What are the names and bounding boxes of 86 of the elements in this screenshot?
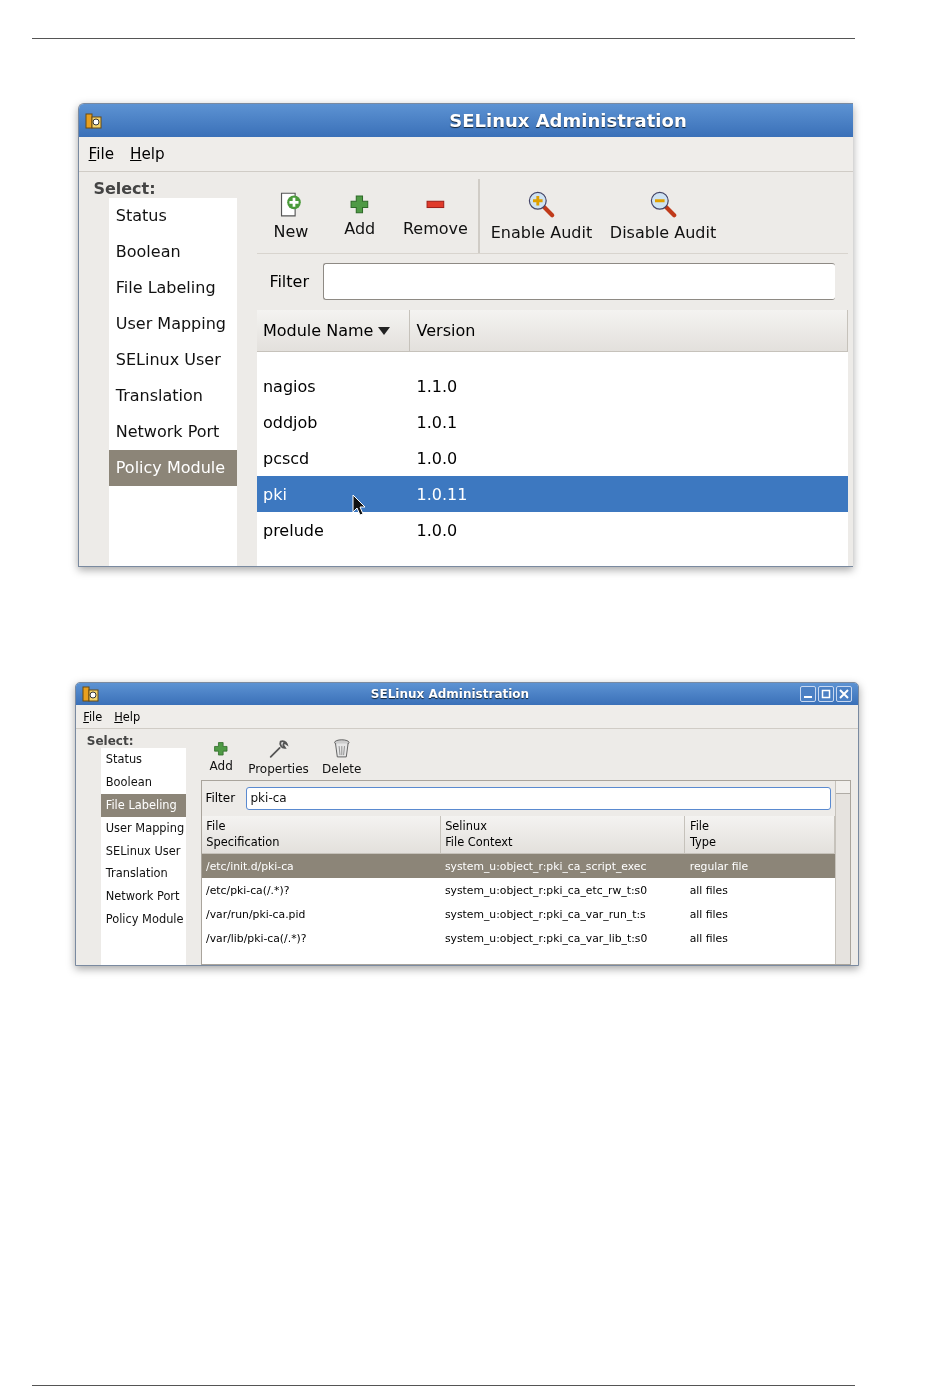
magnifier-plus-icon — [527, 190, 556, 219]
app-icon — [82, 685, 100, 703]
sidebar-item[interactable]: User Mapping — [101, 816, 187, 840]
sidebar-item[interactable]: SELinux User — [109, 342, 238, 379]
sidebar-item[interactable]: User Mapping — [109, 306, 238, 343]
menu-item[interactable]: File — [88, 145, 115, 163]
sidebar-item[interactable]: Status — [101, 748, 187, 772]
table-cell-text: all files — [688, 907, 729, 921]
table-cell-text: all files — [688, 931, 729, 945]
table-cell-text: /var/run/pki-ca.pid — [205, 907, 307, 921]
sidebar-item[interactable]: Translation — [101, 862, 187, 886]
toolbar-button[interactable]: Enable Audit — [481, 179, 602, 253]
toolbar-button[interactable]: Disable Audit — [601, 179, 726, 253]
table-cell-text: 1.0.1 — [415, 412, 459, 432]
table-cell-text: nagios — [261, 376, 317, 396]
table-cell-text: /etc/pki-ca(/.*)? — [205, 883, 291, 897]
sidebar-item[interactable]: Status — [109, 198, 238, 235]
window-title: SELinux Administration — [369, 687, 531, 701]
filter-label: Filter — [205, 791, 236, 806]
sidebar-item[interactable]: Policy Module — [101, 907, 187, 931]
maximize-button[interactable] — [818, 686, 834, 702]
minimize-button[interactable] — [800, 686, 816, 702]
table-row[interactable]: prelude 1.0.0 — [256, 512, 849, 549]
table-cell-text: pcscd — [261, 448, 311, 468]
wrench-icon — [267, 737, 290, 760]
table-cell-text: pki — [261, 484, 288, 504]
filter-field[interactable] — [323, 263, 836, 301]
table-row[interactable]: /etc/init.d/pki-ca system_u:object_r:pki_ca_script_exec regular file — [201, 854, 835, 879]
table-row[interactable]: /var/run/pki-ca.pid system_u:object_r:pki_ca_var_run_t:s all files — [201, 902, 835, 927]
filter-field[interactable]: pki-ca — [245, 787, 832, 810]
table-cell-text: /var/lib/pki-ca(/.*)? — [205, 931, 308, 945]
table-cell-text: 1.0.0 — [415, 520, 459, 540]
table-row[interactable]: pcscd 1.0.0 — [256, 440, 849, 477]
minimize-icon — [804, 696, 812, 698]
table-cell-text: system_u:object_r:pki_ca_script_exec — [443, 859, 648, 873]
sidebar-item[interactable]: Network Port — [101, 885, 187, 908]
table-row[interactable]: /var/lib/pki-ca(/.*)? system_u:object_r:pki_ca_var_lib_t:s0 all files — [201, 926, 835, 951]
menu-item[interactable]: Help — [130, 145, 165, 163]
table-cell-text: /etc/init.d/pki-ca — [205, 859, 295, 873]
close-button[interactable] — [836, 686, 852, 702]
close-icon — [839, 689, 849, 699]
table-cell-text: 1.1.0 — [415, 376, 459, 396]
table-cell-text: oddjob — [261, 412, 319, 432]
sidebar-item[interactable]: Translation — [109, 378, 238, 415]
sidebar-item[interactable]: Boolean — [101, 771, 187, 794]
menu-item[interactable]: File — [83, 709, 103, 724]
column-header[interactable]: File Type — [685, 815, 835, 854]
column-header[interactable]: Selinux File Context — [440, 815, 686, 854]
table-cell-text: system_u:object_r:pki_ca_var_lib_t:s0 — [443, 931, 649, 945]
magnifier-minus-icon — [648, 190, 678, 219]
table-row[interactable]: /etc/pki-ca(/.*)? system_u:object_r:pki_ca_etc_rw_t:s0 all files — [201, 878, 835, 903]
sidebar-item[interactable]: File Labeling — [101, 794, 187, 817]
sidebar-item[interactable]: Network Port — [109, 414, 238, 451]
table-cell-text: system_u:object_r:pki_ca_var_run_t:s — [443, 907, 647, 921]
sidebar-heading: Select: — [92, 179, 157, 199]
filter-label: Filter — [269, 272, 309, 292]
toolbar-button[interactable]: Add — [325, 179, 395, 253]
plus-icon — [349, 194, 371, 215]
app-icon — [85, 111, 103, 130]
toolbar-button[interactable]: Add — [200, 734, 242, 780]
table-cell-text: system_u:object_r:pki_ca_etc_rw_t:s0 — [443, 883, 649, 897]
column-header[interactable]: File Specification — [201, 815, 441, 854]
plus-icon — [213, 740, 229, 757]
table-row[interactable]: oddjob 1.0.1 — [256, 404, 849, 441]
table-cell-text: regular file — [688, 859, 750, 873]
window-title: SELinux Administration — [448, 110, 688, 131]
column-header[interactable]: Version — [410, 309, 849, 352]
sidebar-item[interactable]: Policy Module — [109, 450, 238, 487]
table-row[interactable]: pki 1.0.11 — [256, 476, 849, 513]
table-cell-text: prelude — [261, 520, 325, 540]
menu-item[interactable]: Help — [114, 709, 141, 724]
table-cell-text: all files — [688, 883, 729, 897]
table-cell-text: 1.0.11 — [415, 484, 469, 504]
table-row[interactable]: nagios 1.1.0 — [256, 368, 849, 405]
mouse-pointer-icon — [351, 494, 366, 517]
sidebar-item[interactable]: File Labeling — [109, 270, 238, 307]
toolbar-button[interactable]: Remove — [394, 179, 477, 253]
maximize-icon — [821, 689, 831, 699]
sidebar-heading: Select: — [85, 734, 135, 749]
toolbar-button[interactable]: Delete — [315, 734, 369, 780]
table-cell-text: 1.0.0 — [415, 448, 459, 468]
sidebar-item[interactable]: Boolean — [109, 234, 238, 271]
toolbar-button[interactable]: New — [256, 179, 326, 253]
sidebar-item[interactable]: SELinux User — [101, 839, 187, 863]
toolbar-button[interactable]: Properties — [241, 734, 316, 780]
column-header[interactable]: Module Name — [256, 309, 411, 352]
